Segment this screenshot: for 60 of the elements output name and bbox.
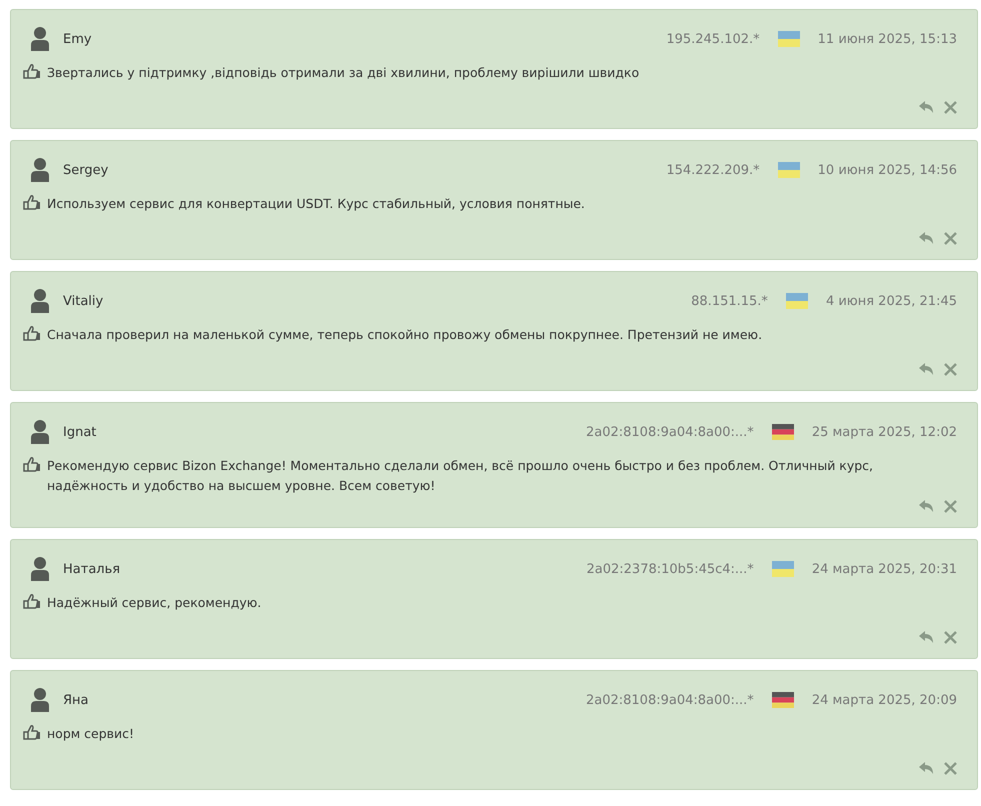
reply-button[interactable] bbox=[919, 762, 934, 775]
ip-address: 88.151.15.* bbox=[691, 294, 768, 308]
reply-icon bbox=[919, 762, 934, 775]
delete-button[interactable] bbox=[944, 232, 957, 245]
delete-button[interactable] bbox=[944, 631, 957, 644]
thumbs-up-icon bbox=[22, 194, 41, 211]
author-name: Emy bbox=[63, 32, 93, 46]
delete-button[interactable] bbox=[944, 762, 957, 775]
review-date: 24 марта 2025, 20:09 bbox=[812, 692, 957, 708]
reply-button[interactable] bbox=[919, 232, 934, 245]
close-icon bbox=[944, 631, 957, 644]
reply-icon bbox=[919, 232, 934, 245]
reply-button[interactable] bbox=[919, 500, 934, 513]
author-name: Наталья bbox=[63, 562, 122, 576]
thumbs-up-icon bbox=[22, 325, 41, 342]
reply-icon bbox=[919, 101, 934, 114]
review-date: 11 июня 2025, 15:13 bbox=[818, 32, 957, 46]
ip-address: 195.245.102.* bbox=[666, 32, 760, 46]
user-icon bbox=[31, 557, 49, 581]
author-name: Яна bbox=[63, 692, 90, 708]
thumbs-up-icon bbox=[22, 456, 41, 473]
review-text: Используем сервис для конвертации USDT. Курс стабильный, условия понятные. bbox=[47, 195, 585, 213]
delete-button[interactable] bbox=[944, 101, 957, 114]
user-icon bbox=[31, 158, 49, 182]
thumbs-up-icon bbox=[22, 593, 41, 610]
review-date: 25 марта 2025, 12:02 bbox=[812, 424, 957, 440]
review-text: Сначала проверил на маленькой сумме, теперь спокойно провожу обмены покрупнее. Претензий не имею. bbox=[47, 326, 762, 344]
user-icon bbox=[31, 27, 49, 51]
thumbs-up-icon bbox=[22, 724, 41, 741]
close-icon bbox=[944, 232, 957, 245]
ip-address: 2a02:8108:9a04:8a00:...* bbox=[586, 424, 754, 440]
review-date: 4 июня 2025, 21:45 bbox=[826, 294, 957, 308]
author-name: Vitaliy bbox=[63, 294, 104, 308]
review-text: норм сервис! bbox=[47, 725, 134, 743]
ip-address: 154.222.209.* bbox=[666, 162, 760, 178]
close-icon bbox=[944, 363, 957, 376]
reply-icon bbox=[919, 631, 934, 644]
reply-button[interactable] bbox=[919, 363, 934, 376]
thumbs-up-icon bbox=[22, 63, 41, 80]
user-icon bbox=[31, 688, 49, 712]
author-name: Ignat bbox=[63, 424, 98, 440]
review-text: Рекомендую сервис Bizon Exchange! Моментально сделали обмен, всё прошло очень быстро и без проблем. Отличный курс, надёжность и удобство на высшем уровне. Всем советую! bbox=[47, 457, 874, 495]
reply-icon bbox=[919, 500, 934, 513]
reply-button[interactable] bbox=[919, 101, 934, 114]
close-icon bbox=[944, 500, 957, 513]
delete-button[interactable] bbox=[944, 363, 957, 376]
user-icon bbox=[31, 289, 49, 313]
review-text: Надёжный сервис, рекомендую. bbox=[47, 594, 262, 612]
close-icon bbox=[944, 101, 957, 114]
author-name: Sergey bbox=[63, 162, 110, 178]
user-icon bbox=[31, 420, 49, 444]
review-text: Звертались у підтримку ,відповідь отримали за дві хвилини, проблему вирішили швидко bbox=[47, 64, 640, 82]
ip-address: 2a02:8108:9a04:8a00:...* bbox=[586, 692, 754, 708]
review-date: 10 июня 2025, 14:56 bbox=[818, 162, 957, 178]
delete-button[interactable] bbox=[944, 500, 957, 513]
ip-address: 2a02:2378:10b5:45c4:...* bbox=[586, 562, 754, 576]
close-icon bbox=[944, 762, 957, 775]
reply-icon bbox=[919, 363, 934, 376]
reply-button[interactable] bbox=[919, 631, 934, 644]
review-date: 24 марта 2025, 20:31 bbox=[812, 562, 957, 576]
